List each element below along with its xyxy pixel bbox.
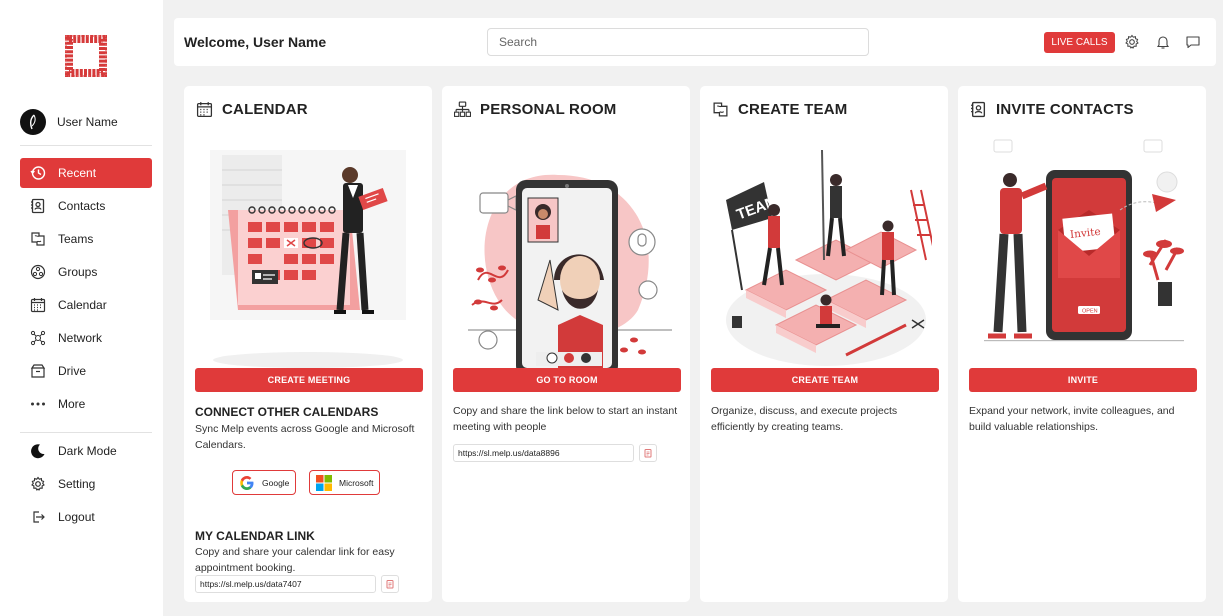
melp-logo <box>65 35 107 77</box>
sidebar-item-drive[interactable]: Drive <box>20 356 152 386</box>
chat-icon[interactable] <box>1185 34 1201 50</box>
moon-icon <box>30 443 46 459</box>
calendar-icon <box>30 297 46 313</box>
live-calls-button[interactable]: LIVE CALLS <box>1044 32 1115 53</box>
sidebar-item-label: Logout <box>58 510 95 524</box>
sidebar-item-label: Contacts <box>58 199 106 213</box>
personal-room-card: PERSONAL ROOM GO TO ROOM Copy and share … <box>442 86 690 602</box>
sidebar-item-network[interactable]: Network <box>20 323 152 353</box>
recent-icon <box>30 165 46 181</box>
calendar-card: CALENDAR CREATE MEETING CONNECT OTHER CA <box>184 86 432 602</box>
contacts-icon <box>30 198 46 214</box>
logout-icon <box>30 509 46 525</box>
invite-button[interactable]: INVITE <box>969 368 1197 392</box>
invite-contacts-card: INVITE CONTACTS Invite OPEN INVITE Expan… <box>958 86 1206 602</box>
sidebar-item-contacts[interactable]: Contacts <box>20 191 152 221</box>
teams-icon <box>30 231 46 247</box>
sidebar-item-label: More <box>58 397 86 411</box>
sidebar-item-recent[interactable]: Recent <box>20 158 152 188</box>
sidebar-item-teams[interactable]: Teams <box>20 224 152 254</box>
sidebar-item-label: Calendar <box>58 298 107 312</box>
welcome-text: Welcome, User Name <box>184 34 327 50</box>
create-team-card: CREATE TEAM TEAM CREATE TEAM Organize, d… <box>700 86 948 602</box>
connect-calendars-title: CONNECT OTHER CALENDARS <box>195 405 379 419</box>
sidebar-item-setting[interactable]: Setting <box>20 469 152 499</box>
invite-contacts-desc: Expand your network, invite colleagues, … <box>969 405 1175 433</box>
sidebar-item-label: Dark Mode <box>58 444 117 458</box>
personal-room-desc: Copy and share the link below to start a… <box>453 405 678 433</box>
user-name: User Name <box>57 115 118 129</box>
card-header: CALENDAR <box>195 100 308 118</box>
room-link-field[interactable] <box>453 444 634 462</box>
copy-room-link-button[interactable] <box>639 444 657 462</box>
dark-mode-toggle[interactable]: Dark Mode <box>20 436 152 466</box>
microsoft-icon <box>316 474 332 491</box>
card-title: CALENDAR <box>222 100 308 118</box>
create-meeting-button[interactable]: CREATE MEETING <box>195 368 423 392</box>
sidebar: User Name Recent Contacts Teams Groups C… <box>0 0 163 616</box>
copy-calendar-link-button[interactable] <box>381 575 399 593</box>
sidebar-item-label: Network <box>58 331 103 345</box>
sidebar-divider <box>20 432 152 433</box>
google-calendar-button[interactable]: Google <box>232 470 297 495</box>
sidebar-item-label: Setting <box>58 477 96 491</box>
connect-calendars-desc: Sync Melp events across Google and Micro… <box>195 423 415 451</box>
gear-icon <box>30 476 46 492</box>
sidebar-item-calendar[interactable]: Calendar <box>20 290 152 320</box>
calendar-link-field[interactable] <box>195 575 376 593</box>
create-team-illustration: TEAM <box>726 149 932 366</box>
microsoft-label: Microsoft <box>339 477 374 488</box>
create-team-button[interactable]: CREATE TEAM <box>711 368 939 392</box>
network-icon <box>30 330 46 346</box>
sidebar-divider <box>20 145 152 146</box>
go-to-room-button[interactable]: GO TO ROOM <box>453 368 681 392</box>
groups-icon <box>30 264 46 280</box>
personal-room-icon <box>453 100 471 118</box>
google-icon <box>240 475 254 490</box>
microsoft-calendar-button[interactable]: Microsoft <box>309 470 381 495</box>
more-icon <box>30 396 46 412</box>
open-label-text: OPEN <box>1082 309 1098 315</box>
calendar-illustration <box>210 150 406 368</box>
user-profile[interactable]: User Name <box>20 108 152 136</box>
google-label: Google <box>262 477 290 488</box>
bell-icon[interactable] <box>1155 34 1171 50</box>
sidebar-item-label: Teams <box>58 232 94 246</box>
sidebar-item-label: Drive <box>58 364 87 378</box>
contacts-icon <box>969 100 987 118</box>
copy-icon <box>386 580 394 589</box>
drive-icon <box>30 363 46 379</box>
card-header: PERSONAL ROOM <box>453 100 617 118</box>
card-header: INVITE CONTACTS <box>969 100 1134 118</box>
sidebar-item-label: Groups <box>58 265 98 279</box>
gear-icon[interactable] <box>1124 34 1140 50</box>
sidebar-item-logout[interactable]: Logout <box>20 502 152 532</box>
create-team-desc: Organize, discuss, and execute projects … <box>711 405 898 433</box>
sidebar-item-more[interactable]: More <box>20 389 152 419</box>
avatar <box>20 109 46 135</box>
card-header: CREATE TEAM <box>711 100 847 118</box>
card-title: CREATE TEAM <box>738 100 848 118</box>
sidebar-item-label: Recent <box>58 166 97 180</box>
sidebar-item-groups[interactable]: Groups <box>20 257 152 287</box>
calendar-link-title: MY CALENDAR LINK <box>195 529 315 543</box>
card-title: PERSONAL ROOM <box>480 100 617 118</box>
teams-icon <box>711 100 729 118</box>
top-header: Welcome, User Name LIVE CALLS <box>174 18 1216 66</box>
personal-room-illustration <box>468 174 672 376</box>
copy-icon <box>644 449 652 458</box>
invite-contacts-illustration: Invite OPEN <box>984 139 1184 342</box>
card-title: INVITE CONTACTS <box>996 100 1134 118</box>
search-input[interactable] <box>487 28 869 56</box>
calendar-icon <box>195 100 213 118</box>
calendar-link-desc: Copy and share your calendar link for ea… <box>195 546 395 574</box>
